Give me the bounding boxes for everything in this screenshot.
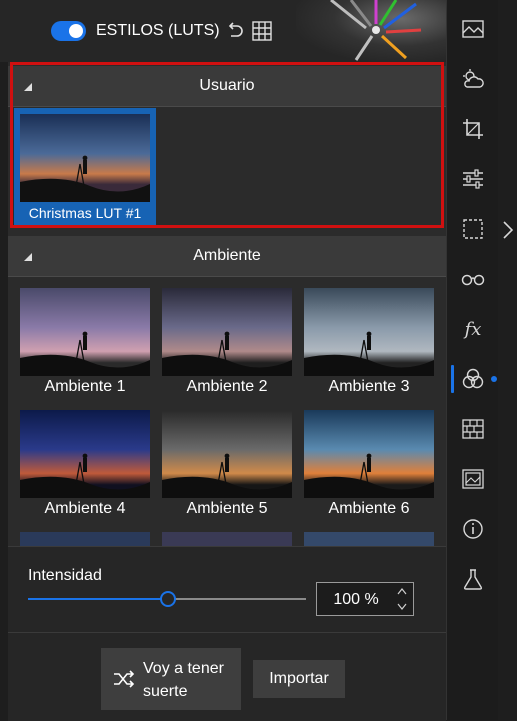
- feeling-lucky-line2: suerte: [143, 683, 188, 700]
- panel-header: ESTILOS (LUTS): [0, 0, 446, 62]
- adjust-sliders-icon[interactable]: [447, 161, 499, 197]
- import-button[interactable]: Importar: [253, 660, 345, 698]
- lut-label-ambiente-3: Ambiente 3: [328, 378, 410, 395]
- section-header-ambiente[interactable]: Ambiente: [8, 236, 446, 277]
- lut-tile-ambiente-2[interactable]: [162, 288, 292, 376]
- partial-thumbnail: [162, 532, 292, 546]
- lut-tile-ambiente-4[interactable]: [20, 410, 150, 498]
- crop-icon[interactable]: [447, 111, 499, 147]
- lut-tile-ambiente-5[interactable]: [162, 410, 292, 498]
- lut-label-ambiente-2: Ambiente 2: [186, 378, 268, 395]
- partial-thumbnail: [304, 532, 434, 546]
- highlight-frame: [10, 62, 444, 228]
- slider-fill: [28, 598, 167, 600]
- lab-flask-icon[interactable]: [447, 561, 499, 597]
- undo-icon[interactable]: [225, 20, 245, 40]
- lut-label-ambiente-4: Ambiente 4: [44, 500, 126, 517]
- lut-label-ambiente-1: Ambiente 1: [44, 378, 126, 395]
- slider-thumb[interactable]: [160, 591, 176, 607]
- feeling-lucky-label: Voy a tener suerte: [143, 657, 239, 703]
- expand-panel-chevron-icon[interactable]: [502, 220, 514, 240]
- lut-label-ambiente-5: Ambiente 5: [186, 500, 268, 517]
- lut-tile-ambiente-6[interactable]: [304, 410, 434, 498]
- spin-down-icon[interactable]: [397, 603, 407, 611]
- luts-toggle[interactable]: [51, 21, 86, 41]
- colored-pencils-image: [330, 0, 422, 61]
- lut-tile-ambiente-3[interactable]: [304, 288, 434, 376]
- toggle-knob: [69, 24, 83, 38]
- header-artwork: [296, 0, 446, 62]
- grid-view-icon[interactable]: [252, 21, 272, 41]
- bottom-actions: Voy a tener suerte Importar: [8, 632, 446, 721]
- panel-title: ESTILOS (LUTS): [96, 22, 220, 39]
- section-title-ambiente: Ambiente: [193, 247, 261, 264]
- active-indicator-dot: [491, 376, 497, 382]
- glasses-icon[interactable]: [447, 261, 499, 297]
- partial-thumbnail: [20, 532, 150, 546]
- texture-brick-icon[interactable]: [447, 411, 499, 447]
- landscape-presets-icon[interactable]: [447, 11, 499, 47]
- fx-text: fx: [464, 318, 482, 340]
- weather-sky-icon[interactable]: [447, 61, 499, 97]
- intensity-slider[interactable]: [28, 591, 306, 607]
- selection-icon[interactable]: [447, 211, 499, 247]
- panel-edge: [498, 0, 517, 720]
- lut-tile-ambiente-1[interactable]: [20, 288, 150, 376]
- fx-icon[interactable]: fx: [447, 311, 499, 347]
- right-toolbar: fx: [446, 0, 498, 720]
- feeling-lucky-button[interactable]: Voy a tener suerte: [101, 648, 241, 710]
- lut-label-ambiente-6: Ambiente 6: [328, 500, 410, 517]
- import-label: Importar: [269, 670, 329, 687]
- intensity-input[interactable]: 100 %: [316, 582, 414, 616]
- intensity-value: 100 %: [333, 591, 379, 608]
- shuffle-icon: [114, 670, 135, 688]
- intensity-label: Intensidad: [28, 567, 102, 584]
- feeling-lucky-line1: Voy a tener: [143, 660, 224, 677]
- info-icon[interactable]: [447, 511, 499, 547]
- intensity-area: Intensidad 100 %: [8, 546, 446, 633]
- spin-up-icon[interactable]: [397, 587, 407, 595]
- frame-icon[interactable]: [447, 461, 499, 497]
